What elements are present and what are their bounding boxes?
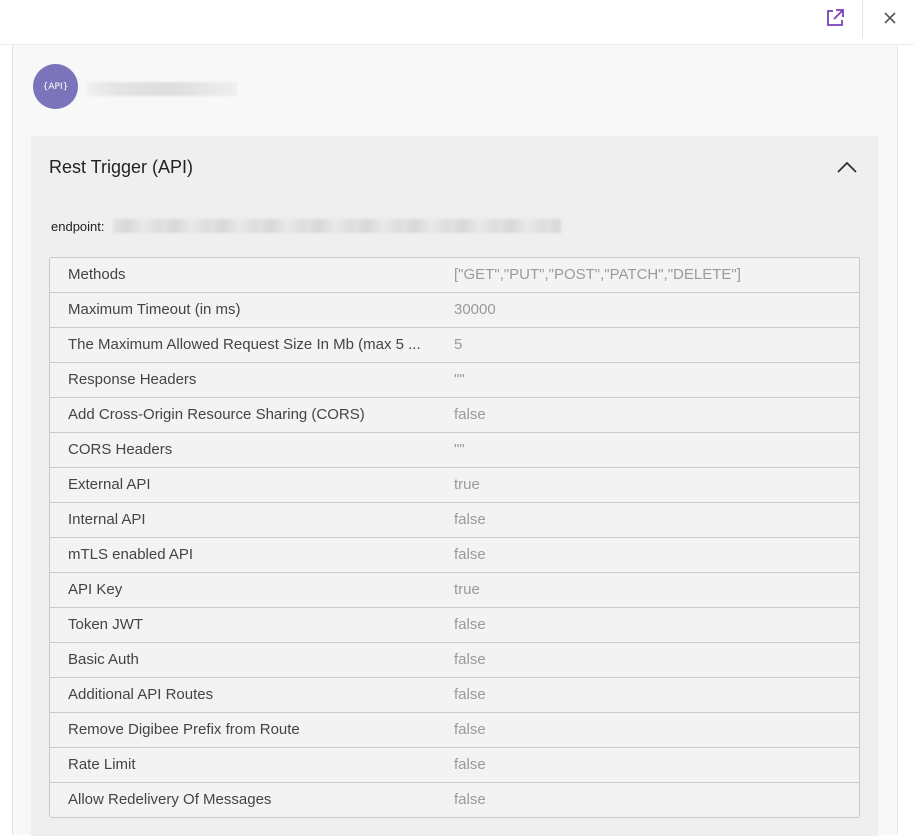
property-value: false [454, 616, 486, 633]
collapse-button[interactable] [831, 156, 863, 180]
property-name: Response Headers [68, 371, 197, 388]
open-external-button[interactable] [817, 4, 853, 36]
table-row: Rate Limit false [50, 748, 859, 783]
property-value: "" [454, 371, 465, 388]
property-value: false [454, 546, 486, 563]
table-row: Basic Auth false [50, 643, 859, 678]
property-name: Token JWT [68, 616, 144, 633]
table-row: Remove Digibee Prefix from Route false [50, 713, 859, 748]
endpoint-label: endpoint: [51, 219, 105, 234]
property-value: false [454, 686, 486, 703]
table-row: External API true [50, 468, 859, 503]
top-bar [0, 0, 914, 45]
table-row: CORS Headers "" [50, 433, 859, 468]
property-name: API Key [68, 581, 123, 598]
table-row: Maximum Timeout (in ms) 30000 [50, 293, 859, 328]
property-value: false [454, 651, 486, 668]
table-row: API Key true [50, 573, 859, 608]
property-name: The Maximum Allowed Request Size In Mb (… [68, 336, 421, 353]
table-row: Internal API false [50, 503, 859, 538]
table-row: Response Headers "" [50, 363, 859, 398]
property-name: mTLS enabled API [68, 546, 194, 563]
table-row: Allow Redelivery Of Messages false [50, 783, 859, 817]
api-avatar: {API} [33, 64, 78, 109]
redacted-endpoint [113, 219, 561, 233]
property-value: ["GET","PUT","POST","PATCH","DELETE"] [454, 266, 741, 283]
details-panel: {API} Rest Trigger (API) endpoint: Metho… [12, 45, 898, 836]
property-value: false [454, 721, 486, 738]
property-name: Additional API Routes [68, 686, 214, 703]
property-value: false [454, 756, 486, 773]
property-name: Allow Redelivery Of Messages [68, 791, 272, 808]
property-value: true [454, 476, 480, 493]
property-name: Methods [68, 266, 126, 283]
table-row: Add Cross-Origin Resource Sharing (CORS)… [50, 398, 859, 433]
property-value: 5 [454, 336, 463, 353]
property-name: Rate Limit [68, 756, 136, 773]
close-button[interactable] [872, 4, 908, 36]
property-value: "" [454, 441, 465, 458]
close-icon [882, 10, 898, 30]
property-value: true [454, 581, 480, 598]
table-row: Token JWT false [50, 608, 859, 643]
table-row: Additional API Routes false [50, 678, 859, 713]
property-value: false [454, 511, 486, 528]
toolbar-divider [862, 0, 863, 38]
table-row: Methods ["GET","PUT","POST","PATCH","DELE… [50, 258, 859, 293]
properties-table: Methods ["GET","PUT","POST","PATCH","DELE… [49, 257, 860, 818]
property-name: Basic Auth [68, 651, 139, 668]
property-name: Add Cross-Origin Resource Sharing (CORS) [68, 406, 365, 423]
property-name: Remove Digibee Prefix from Route [68, 721, 300, 738]
external-link-icon [824, 7, 846, 33]
property-name: External API [68, 476, 151, 493]
property-value: false [454, 791, 486, 808]
property-value: false [454, 406, 486, 423]
table-row: The Maximum Allowed Request Size In Mb (… [50, 328, 859, 363]
property-name: CORS Headers [68, 441, 173, 458]
section-title: Rest Trigger (API) [49, 157, 194, 177]
property-value: 30000 [454, 301, 496, 318]
property-name: Internal API [68, 511, 146, 528]
table-row: mTLS enabled API false [50, 538, 859, 573]
redacted-name [87, 82, 237, 96]
rest-trigger-section: Rest Trigger (API) endpoint: Methods ["GE… [31, 136, 878, 836]
property-name: Maximum Timeout (in ms) [68, 301, 241, 318]
chevron-up-icon [836, 159, 858, 178]
